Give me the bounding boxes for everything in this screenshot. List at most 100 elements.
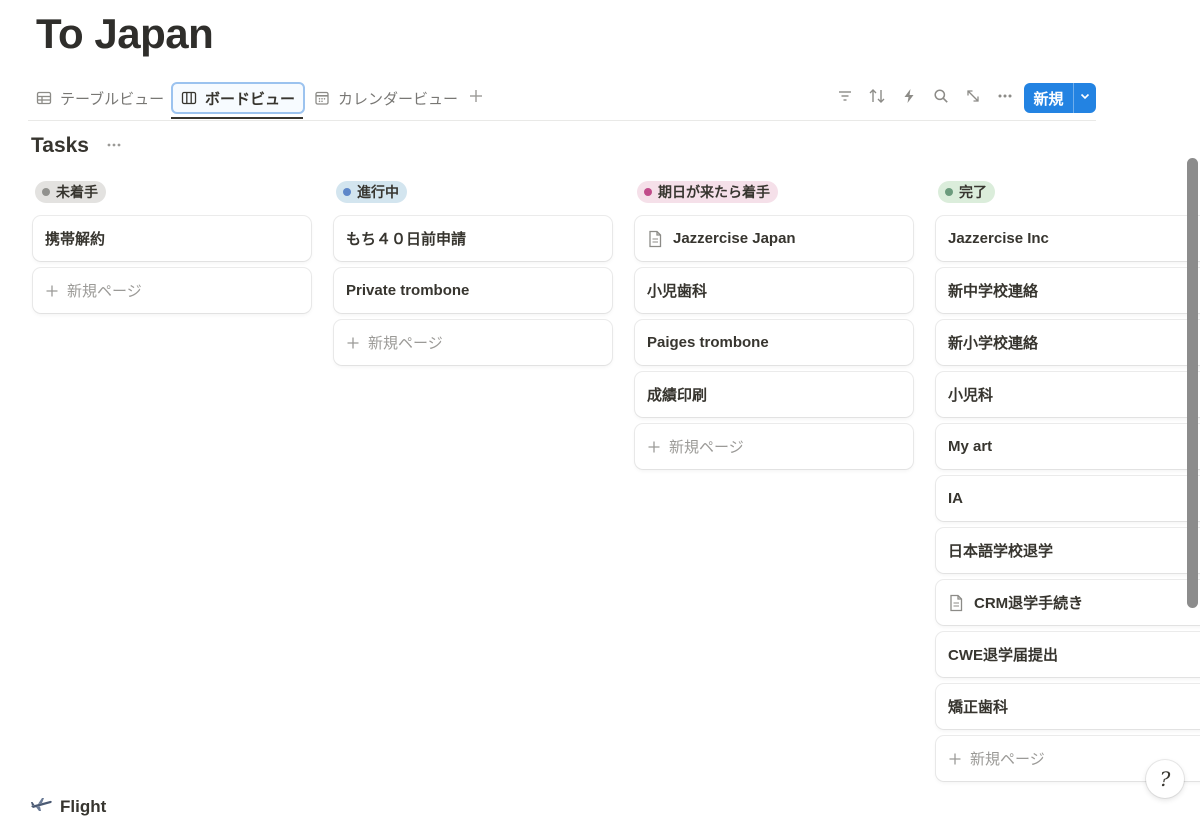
board-column: 未着手携帯解約新規ページ bbox=[33, 180, 311, 320]
board-card[interactable]: Jazzercise Inc bbox=[936, 216, 1200, 261]
filter-button[interactable] bbox=[832, 85, 858, 111]
flight-link[interactable]: Flight bbox=[30, 796, 106, 817]
status-dot bbox=[343, 188, 351, 196]
new-page-card-button[interactable]: 新規ページ bbox=[334, 320, 612, 365]
vertical-scrollbar[interactable] bbox=[1187, 158, 1198, 608]
view-bar: テーブルビュー ボードビュー カレンダービュー 新規 bbox=[28, 80, 1096, 121]
group-header: 進行中 bbox=[334, 180, 612, 204]
search-button[interactable] bbox=[928, 85, 954, 111]
card-title: 小児科 bbox=[948, 387, 994, 404]
help-icon: ? bbox=[1159, 767, 1171, 791]
expand-icon bbox=[965, 88, 981, 109]
database-title[interactable]: Tasks bbox=[31, 134, 89, 158]
filter-icon bbox=[837, 88, 853, 109]
plus-icon bbox=[45, 284, 59, 298]
tab-label: テーブルビュー bbox=[60, 90, 165, 108]
chevron-down-icon bbox=[1079, 89, 1091, 107]
sort-button[interactable] bbox=[864, 85, 890, 111]
new-page-label: 新規ページ bbox=[669, 439, 744, 456]
group-header: 完了 bbox=[936, 180, 1200, 204]
expand-button[interactable] bbox=[960, 85, 986, 111]
board-card[interactable]: 新小学校連絡 bbox=[936, 320, 1200, 365]
card-title: 日本語学校退学 bbox=[948, 543, 1054, 560]
card-list: Jazzercise Japan 小児歯科 Paiges trombone 成績印刷新… bbox=[635, 216, 913, 469]
board-card[interactable]: CRM退学手続き bbox=[936, 580, 1200, 625]
card-list: 携帯解約新規ページ bbox=[33, 216, 311, 313]
status-label: 未着手 bbox=[56, 184, 98, 200]
board-card[interactable]: もち４０日前申請 bbox=[334, 216, 612, 261]
board-card[interactable]: 成績印刷 bbox=[635, 372, 913, 417]
more-icon bbox=[997, 88, 1013, 109]
board-card[interactable]: 携帯解約 bbox=[33, 216, 311, 261]
card-title: CRM退学手続き bbox=[974, 595, 1084, 612]
tab-label: ボードビュー bbox=[205, 90, 296, 108]
airplane-icon bbox=[30, 796, 52, 817]
flight-title: Flight bbox=[60, 796, 107, 816]
more-icon bbox=[106, 137, 122, 158]
tab-table-view[interactable]: テーブルビュー bbox=[28, 82, 172, 114]
search-icon bbox=[933, 88, 949, 109]
board-card[interactable]: My art bbox=[936, 424, 1200, 469]
board-card[interactable]: Jazzercise Japan bbox=[635, 216, 913, 261]
tab-calendar-view[interactable]: カレンダービュー bbox=[306, 82, 466, 114]
active-tab-indicator bbox=[171, 117, 303, 119]
status-badge[interactable]: 未着手 bbox=[35, 181, 106, 203]
page-title: To Japan bbox=[36, 10, 214, 57]
plus-icon bbox=[346, 336, 360, 350]
new-page-button[interactable]: 新規 bbox=[1024, 83, 1073, 113]
card-title: Jazzercise Japan bbox=[673, 230, 796, 247]
card-title: IA bbox=[948, 490, 963, 507]
card-title: 携帯解約 bbox=[45, 231, 106, 248]
status-badge[interactable]: 進行中 bbox=[336, 181, 407, 203]
new-page-card-button[interactable]: 新規ページ bbox=[635, 424, 913, 469]
card-title: もち４０日前申請 bbox=[346, 231, 467, 248]
help-button[interactable]: ? bbox=[1146, 760, 1184, 798]
card-title: CWE退学届提出 bbox=[948, 647, 1058, 664]
plus-icon bbox=[647, 440, 661, 454]
status-dot bbox=[945, 188, 953, 196]
card-list: もち４０日前申請 Private trombone 新規ページ bbox=[334, 216, 612, 365]
board-card[interactable]: IA bbox=[936, 476, 1200, 521]
card-title: 新中学校連絡 bbox=[948, 283, 1039, 300]
board-card[interactable]: CWE退学届提出 bbox=[936, 632, 1200, 677]
status-badge[interactable]: 期日が来たら着手 bbox=[637, 181, 778, 203]
board-card[interactable]: Private trombone bbox=[334, 268, 612, 313]
automation-icon bbox=[901, 88, 917, 109]
card-title: 新小学校連絡 bbox=[948, 335, 1039, 352]
more-options-button[interactable] bbox=[992, 85, 1018, 111]
group-header: 期日が来たら着手 bbox=[635, 180, 913, 204]
group-header: 未着手 bbox=[33, 180, 311, 204]
card-title: Paiges trombone bbox=[647, 334, 769, 351]
plus-icon bbox=[468, 88, 484, 109]
board-card[interactable]: Paiges trombone bbox=[635, 320, 913, 365]
board-card[interactable]: 新中学校連絡 bbox=[936, 268, 1200, 313]
sort-icon bbox=[868, 88, 886, 109]
card-title: Jazzercise Inc bbox=[948, 230, 1049, 247]
page-icon bbox=[948, 594, 964, 612]
database-options-button[interactable] bbox=[104, 137, 124, 157]
tab-label: カレンダービュー bbox=[338, 90, 459, 108]
board-card[interactable]: 日本語学校退学 bbox=[936, 528, 1200, 573]
plus-icon bbox=[948, 752, 962, 766]
new-dropdown-button[interactable] bbox=[1074, 83, 1096, 113]
card-title: 矯正歯科 bbox=[948, 699, 1009, 716]
status-label: 期日が来たら着手 bbox=[658, 184, 770, 200]
new-page-label: 新規ページ bbox=[67, 283, 142, 300]
automation-button[interactable] bbox=[896, 85, 922, 111]
status-label: 完了 bbox=[959, 184, 987, 200]
board-column: 期日が来たら着手 Jazzercise Japan 小児歯科 Paiges tromb… bbox=[635, 180, 913, 476]
board-card[interactable]: 小児歯科 bbox=[635, 268, 913, 313]
board-card[interactable]: 小児科 bbox=[936, 372, 1200, 417]
new-page-card-button[interactable]: 新規ページ bbox=[33, 268, 311, 313]
card-title: Private trombone bbox=[346, 282, 470, 299]
board-column: 完了 Jazzercise Inc 新中学校連絡 新小学校連絡 小児科 My art IA 日… bbox=[936, 180, 1200, 788]
status-label: 進行中 bbox=[357, 184, 399, 200]
board-card[interactable]: 矯正歯科 bbox=[936, 684, 1200, 729]
new-button: 新規 bbox=[1024, 83, 1096, 113]
board-column: 進行中もち４０日前申請 Private trombone 新規ページ bbox=[334, 180, 612, 372]
status-dot bbox=[644, 188, 652, 196]
add-view-button[interactable] bbox=[464, 86, 488, 110]
status-badge[interactable]: 完了 bbox=[938, 181, 995, 203]
tab-board-view[interactable]: ボードビュー bbox=[171, 82, 306, 114]
card-title: 小児歯科 bbox=[647, 283, 708, 300]
